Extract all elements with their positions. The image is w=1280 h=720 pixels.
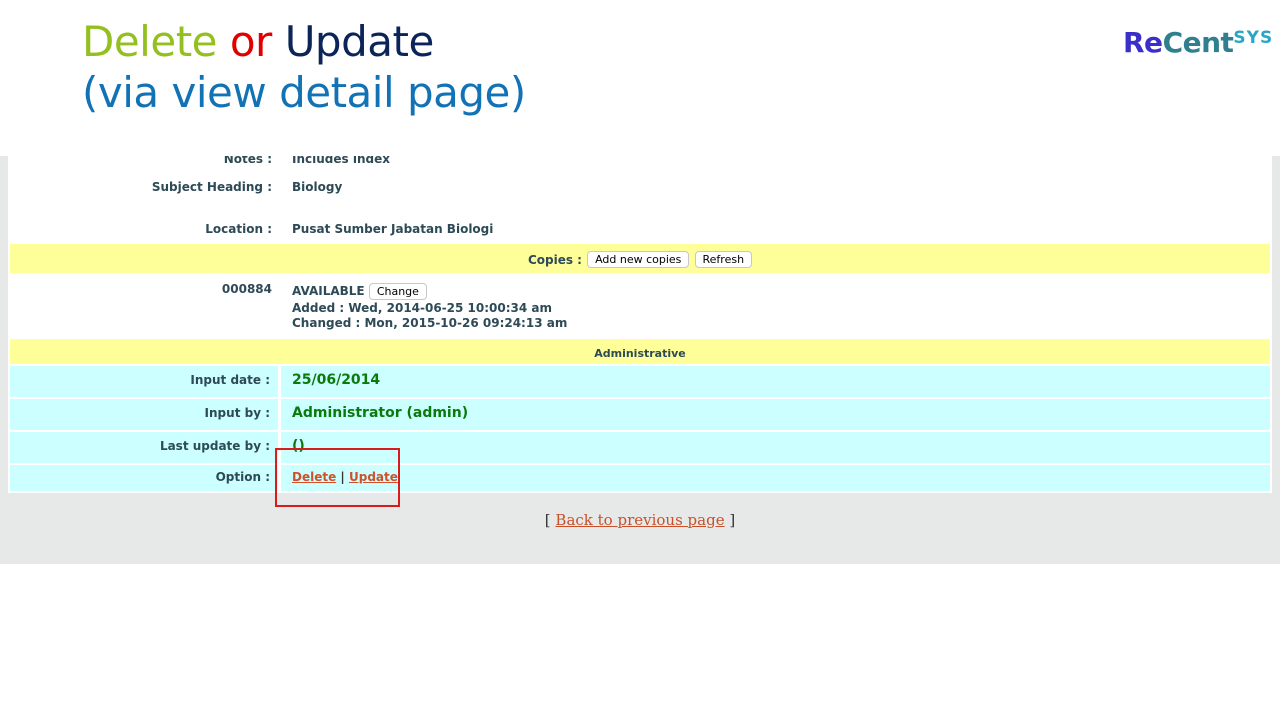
logo-re: Re bbox=[1123, 26, 1163, 59]
copy-status-line: AVAILABLE Change bbox=[292, 283, 427, 300]
highlight-box bbox=[275, 448, 400, 507]
logo-sys: SYS bbox=[1233, 28, 1274, 48]
input-by-value: Administrator (admin) bbox=[292, 405, 469, 421]
input-by-row: Input by : Administrator (admin) bbox=[10, 399, 1270, 430]
location-label: Location : bbox=[205, 222, 272, 236]
copies-label: Copies : bbox=[527, 253, 582, 267]
input-date-label: Input date : bbox=[190, 373, 270, 387]
title-update-word: Update bbox=[284, 17, 435, 66]
recentsys-logo: ReCentSYS bbox=[1123, 26, 1273, 59]
copy-changed: Changed : Mon, 2015-10-26 09:24:13 am bbox=[292, 316, 568, 330]
title-or-word: or bbox=[229, 17, 272, 66]
refresh-button[interactable]: Refresh bbox=[694, 251, 753, 268]
add-new-copies-button[interactable]: Add new copies bbox=[587, 251, 690, 268]
back-navigation: [ Back to previous page ] bbox=[0, 511, 1280, 529]
input-by-label: Input by : bbox=[204, 406, 270, 420]
option-row: Option : Delete | Update bbox=[10, 465, 1270, 491]
screenshot-area: Notes : Includes index Subject Heading :… bbox=[0, 156, 1280, 564]
logo-cent: Cent bbox=[1162, 26, 1234, 59]
copies-bar: Copies : Add new copies Refresh bbox=[10, 244, 1270, 273]
slide-title: Delete or Update (via view detail page) bbox=[82, 16, 526, 118]
last-update-row: Last update by : () bbox=[10, 432, 1270, 463]
input-date-row: Input date : 25/06/2014 bbox=[10, 366, 1270, 397]
title-delete-word: Delete bbox=[82, 17, 218, 66]
detail-panel: Notes : Includes index Subject Heading :… bbox=[8, 156, 1272, 493]
copy-added: Added : Wed, 2014-06-25 10:00:34 am bbox=[292, 301, 553, 315]
back-to-previous-page-link[interactable]: Back to previous page bbox=[555, 511, 724, 529]
subject-heading-value: Biology bbox=[292, 180, 343, 194]
notes-value: Includes index bbox=[292, 156, 390, 166]
title-line-1: Delete or Update bbox=[82, 16, 526, 67]
back-close-bracket: ] bbox=[729, 511, 736, 529]
copy-item-id: 000884 bbox=[221, 282, 272, 296]
input-date-value: 25/06/2014 bbox=[292, 372, 381, 388]
option-label: Option : bbox=[215, 470, 270, 484]
location-value: Pusat Sumber Jabatan Biologi bbox=[292, 222, 494, 236]
administrative-header: Administrative bbox=[594, 347, 686, 360]
subject-heading-label: Subject Heading : bbox=[151, 180, 272, 194]
back-open-bracket: [ bbox=[544, 511, 551, 529]
administrative-bar: Administrative bbox=[10, 339, 1270, 364]
notes-label: Notes : bbox=[223, 156, 272, 166]
copy-status: AVAILABLE bbox=[292, 284, 365, 298]
change-status-button[interactable]: Change bbox=[368, 283, 427, 300]
title-subtitle: (via view detail page) bbox=[82, 68, 526, 117]
last-update-label: Last update by : bbox=[159, 439, 270, 453]
